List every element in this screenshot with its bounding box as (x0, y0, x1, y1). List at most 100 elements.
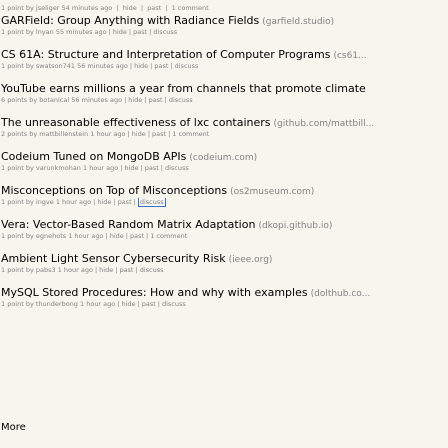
separator: | (93, 198, 96, 206)
hide-link[interactable]: hide (123, 4, 137, 12)
hide-link[interactable]: hide (121, 300, 135, 308)
comments-link[interactable]: 1 comment (172, 4, 209, 12)
separator: | (113, 198, 116, 206)
story-age-link[interactable]: 56 minutes ago (77, 62, 128, 70)
hide-link[interactable]: hide (113, 28, 127, 36)
separator: | (105, 232, 108, 240)
story-title-link[interactable]: CS 61A: Structure and Interpretation of … (1, 48, 330, 61)
story-age-link[interactable]: 1 hour ago (90, 130, 125, 138)
past-link[interactable]: past (119, 266, 133, 274)
more-link[interactable]: More (1, 422, 26, 433)
separator: | (140, 164, 143, 172)
story-item: GARField: Group Anything with Radiance F… (0, 13, 448, 47)
separator: | (147, 130, 151, 138)
story-age-link[interactable]: 55 minutes ago (56, 28, 107, 36)
comments-link[interactable]: discuss (137, 198, 166, 207)
story-title-link[interactable]: Ambient Light Sensor Cybersecurity Risk (1, 252, 226, 265)
separator: | (125, 232, 128, 240)
story-age-link[interactable]: 1 hour ago (56, 198, 91, 206)
past-link[interactable]: past (149, 96, 163, 104)
story-subline: 6 points by botanical 56 minutes ago | hid… (0, 96, 448, 105)
past-link[interactable]: past (147, 4, 161, 12)
separator: | (135, 266, 138, 274)
comments-link[interactable]: discuss (169, 96, 193, 104)
story-item: CS 61A: Structure and Interpretation of … (0, 47, 448, 81)
story-title-link[interactable]: MySQL Stored Procedures: How and why wit… (1, 286, 308, 299)
story-points[interactable]: 1 point by jseliger (1, 4, 59, 12)
story-title-link[interactable]: GARField: Group Anything with Radiance F… (1, 14, 259, 27)
separator: | (144, 96, 147, 104)
story-title-link[interactable]: The unreasonable effectiveness of lxc co… (1, 116, 271, 129)
story-title-line: GARField: Group Anything with Radiance F… (0, 13, 448, 28)
past-link[interactable]: past (152, 130, 166, 138)
story-title-link[interactable]: Vera: Vector-Based Random Matrix Adaptat… (1, 218, 255, 231)
story-site-link[interactable]: (codeium.com) (189, 153, 257, 163)
hide-link[interactable]: hide (134, 62, 148, 70)
hide-link[interactable]: hide (124, 164, 138, 172)
hide-link[interactable]: hide (128, 96, 142, 104)
story-points[interactable]: 6 points by botanical (1, 96, 69, 104)
story-points[interactable]: 1 point by pabs3 (1, 266, 56, 274)
comments-link[interactable]: discuss (140, 266, 164, 274)
story-title-line: The unreasonable effectiveness of lxc co… (0, 115, 448, 130)
comments-link[interactable]: discuss (165, 164, 189, 172)
story-points[interactable]: 1 point by varunkmohan (1, 164, 81, 172)
separator: | (128, 28, 132, 36)
story-title-line: Misconceptions on Top of Misconceptions(… (0, 183, 448, 198)
story-item: Misconceptions on Top of Misconceptions(… (0, 183, 448, 217)
story-subline: 1 point by jseliger 54 minutes ago | hid… (0, 4, 448, 13)
separator: | (160, 164, 163, 172)
comments-link[interactable]: 1 comment (150, 232, 187, 240)
story-title-line: Ambient Light Sensor Cybersecurity Risk(… (0, 251, 448, 266)
story-subline: 1 point by swatson741 56 minutes ago | hid… (0, 62, 448, 71)
story-age-link[interactable]: 56 minutes ago (71, 96, 122, 104)
story-points[interactable]: 1 point by lnyan (1, 28, 54, 36)
hide-link[interactable]: hide (97, 198, 111, 206)
past-link[interactable]: past (142, 300, 156, 308)
story-title-link[interactable]: Codeium Tuned on MongoDB APIs (1, 150, 186, 163)
story-age-link[interactable]: 1 hour ago (80, 300, 115, 308)
story-age-link[interactable]: 1 hour ago (83, 164, 118, 172)
story-site-link[interactable]: (cs61... (333, 51, 366, 61)
story-points[interactable]: 1 point by egnehots (1, 232, 66, 240)
story-title-line: Codeium Tuned on MongoDB APIs (codeium.co… (0, 149, 448, 164)
separator: | (164, 96, 167, 104)
story-site-link[interactable]: (github.com/mattbill... (274, 119, 375, 129)
story-site-link[interactable]: (dolthub.co... (311, 289, 371, 299)
stories-container: GARField: Group Anything with Radiance F… (0, 13, 448, 319)
story-item: The unreasonable effectiveness of lxc co… (0, 115, 448, 149)
story-points[interactable]: 1 point by swatson741 (1, 62, 75, 70)
hide-link[interactable]: hide (99, 266, 113, 274)
story-item: MySQL Stored Procedures: How and why wit… (0, 285, 448, 319)
story-age-link[interactable]: 1 hour ago (68, 232, 103, 240)
story-points[interactable]: 1 point by ingve (1, 198, 54, 206)
story-site-link[interactable]: (dkopi.github.io) (258, 221, 332, 231)
story-title-link[interactable]: YouTube earns millions a year from chann… (1, 82, 366, 95)
story-points[interactable]: 2 points by mattbillenstein (1, 130, 88, 138)
past-link[interactable]: past (145, 164, 159, 172)
story-subline: 1 point by ingve 1 hour ago | hide | past | di… (0, 198, 448, 207)
story-age-link[interactable]: 1 hour ago (58, 266, 93, 274)
story-site-link[interactable]: (garfield.studio) (262, 17, 334, 27)
past-link[interactable]: past (130, 232, 144, 240)
comments-link[interactable]: 1 comment (172, 130, 209, 138)
past-link[interactable]: past (118, 198, 132, 206)
past-link[interactable]: past (133, 28, 147, 36)
story-site-link[interactable]: (os2museum.com) (230, 187, 314, 197)
separator: | (120, 164, 123, 172)
story-title-line: MySQL Stored Procedures: How and why wit… (0, 285, 448, 300)
story-points[interactable]: 1 point by thunderbong (1, 300, 78, 308)
separator: | (127, 130, 130, 138)
story-site-link[interactable]: (ieee.org) (229, 255, 273, 265)
hide-link[interactable]: hide (132, 130, 146, 138)
story-title-link[interactable]: Misconceptions on Top of Misconceptions (1, 184, 227, 197)
past-link[interactable]: past (154, 62, 168, 70)
hide-link[interactable]: hide (110, 232, 124, 240)
comments-link[interactable]: discuss (162, 300, 186, 308)
comments-link[interactable]: discuss (153, 28, 177, 36)
story-title-line: CS 61A: Structure and Interpretation of … (0, 47, 448, 62)
comments-link[interactable]: discuss (175, 62, 199, 70)
separator: | (170, 62, 173, 70)
story-title-line: Vera: Vector-Based Random Matrix Adaptat… (0, 217, 448, 232)
story-age-link[interactable]: 54 minutes ago (62, 4, 113, 12)
